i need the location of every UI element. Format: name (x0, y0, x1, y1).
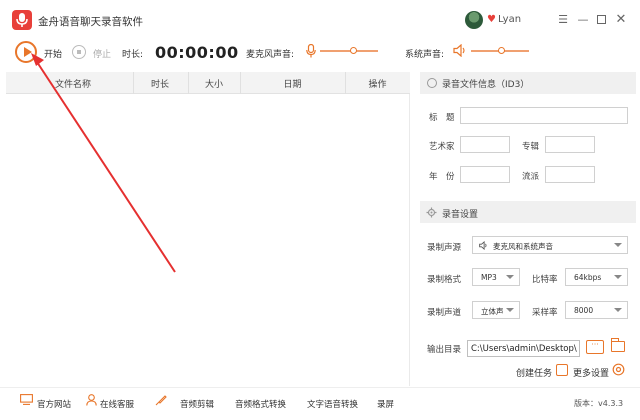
annotation-arrow (31, 53, 176, 273)
